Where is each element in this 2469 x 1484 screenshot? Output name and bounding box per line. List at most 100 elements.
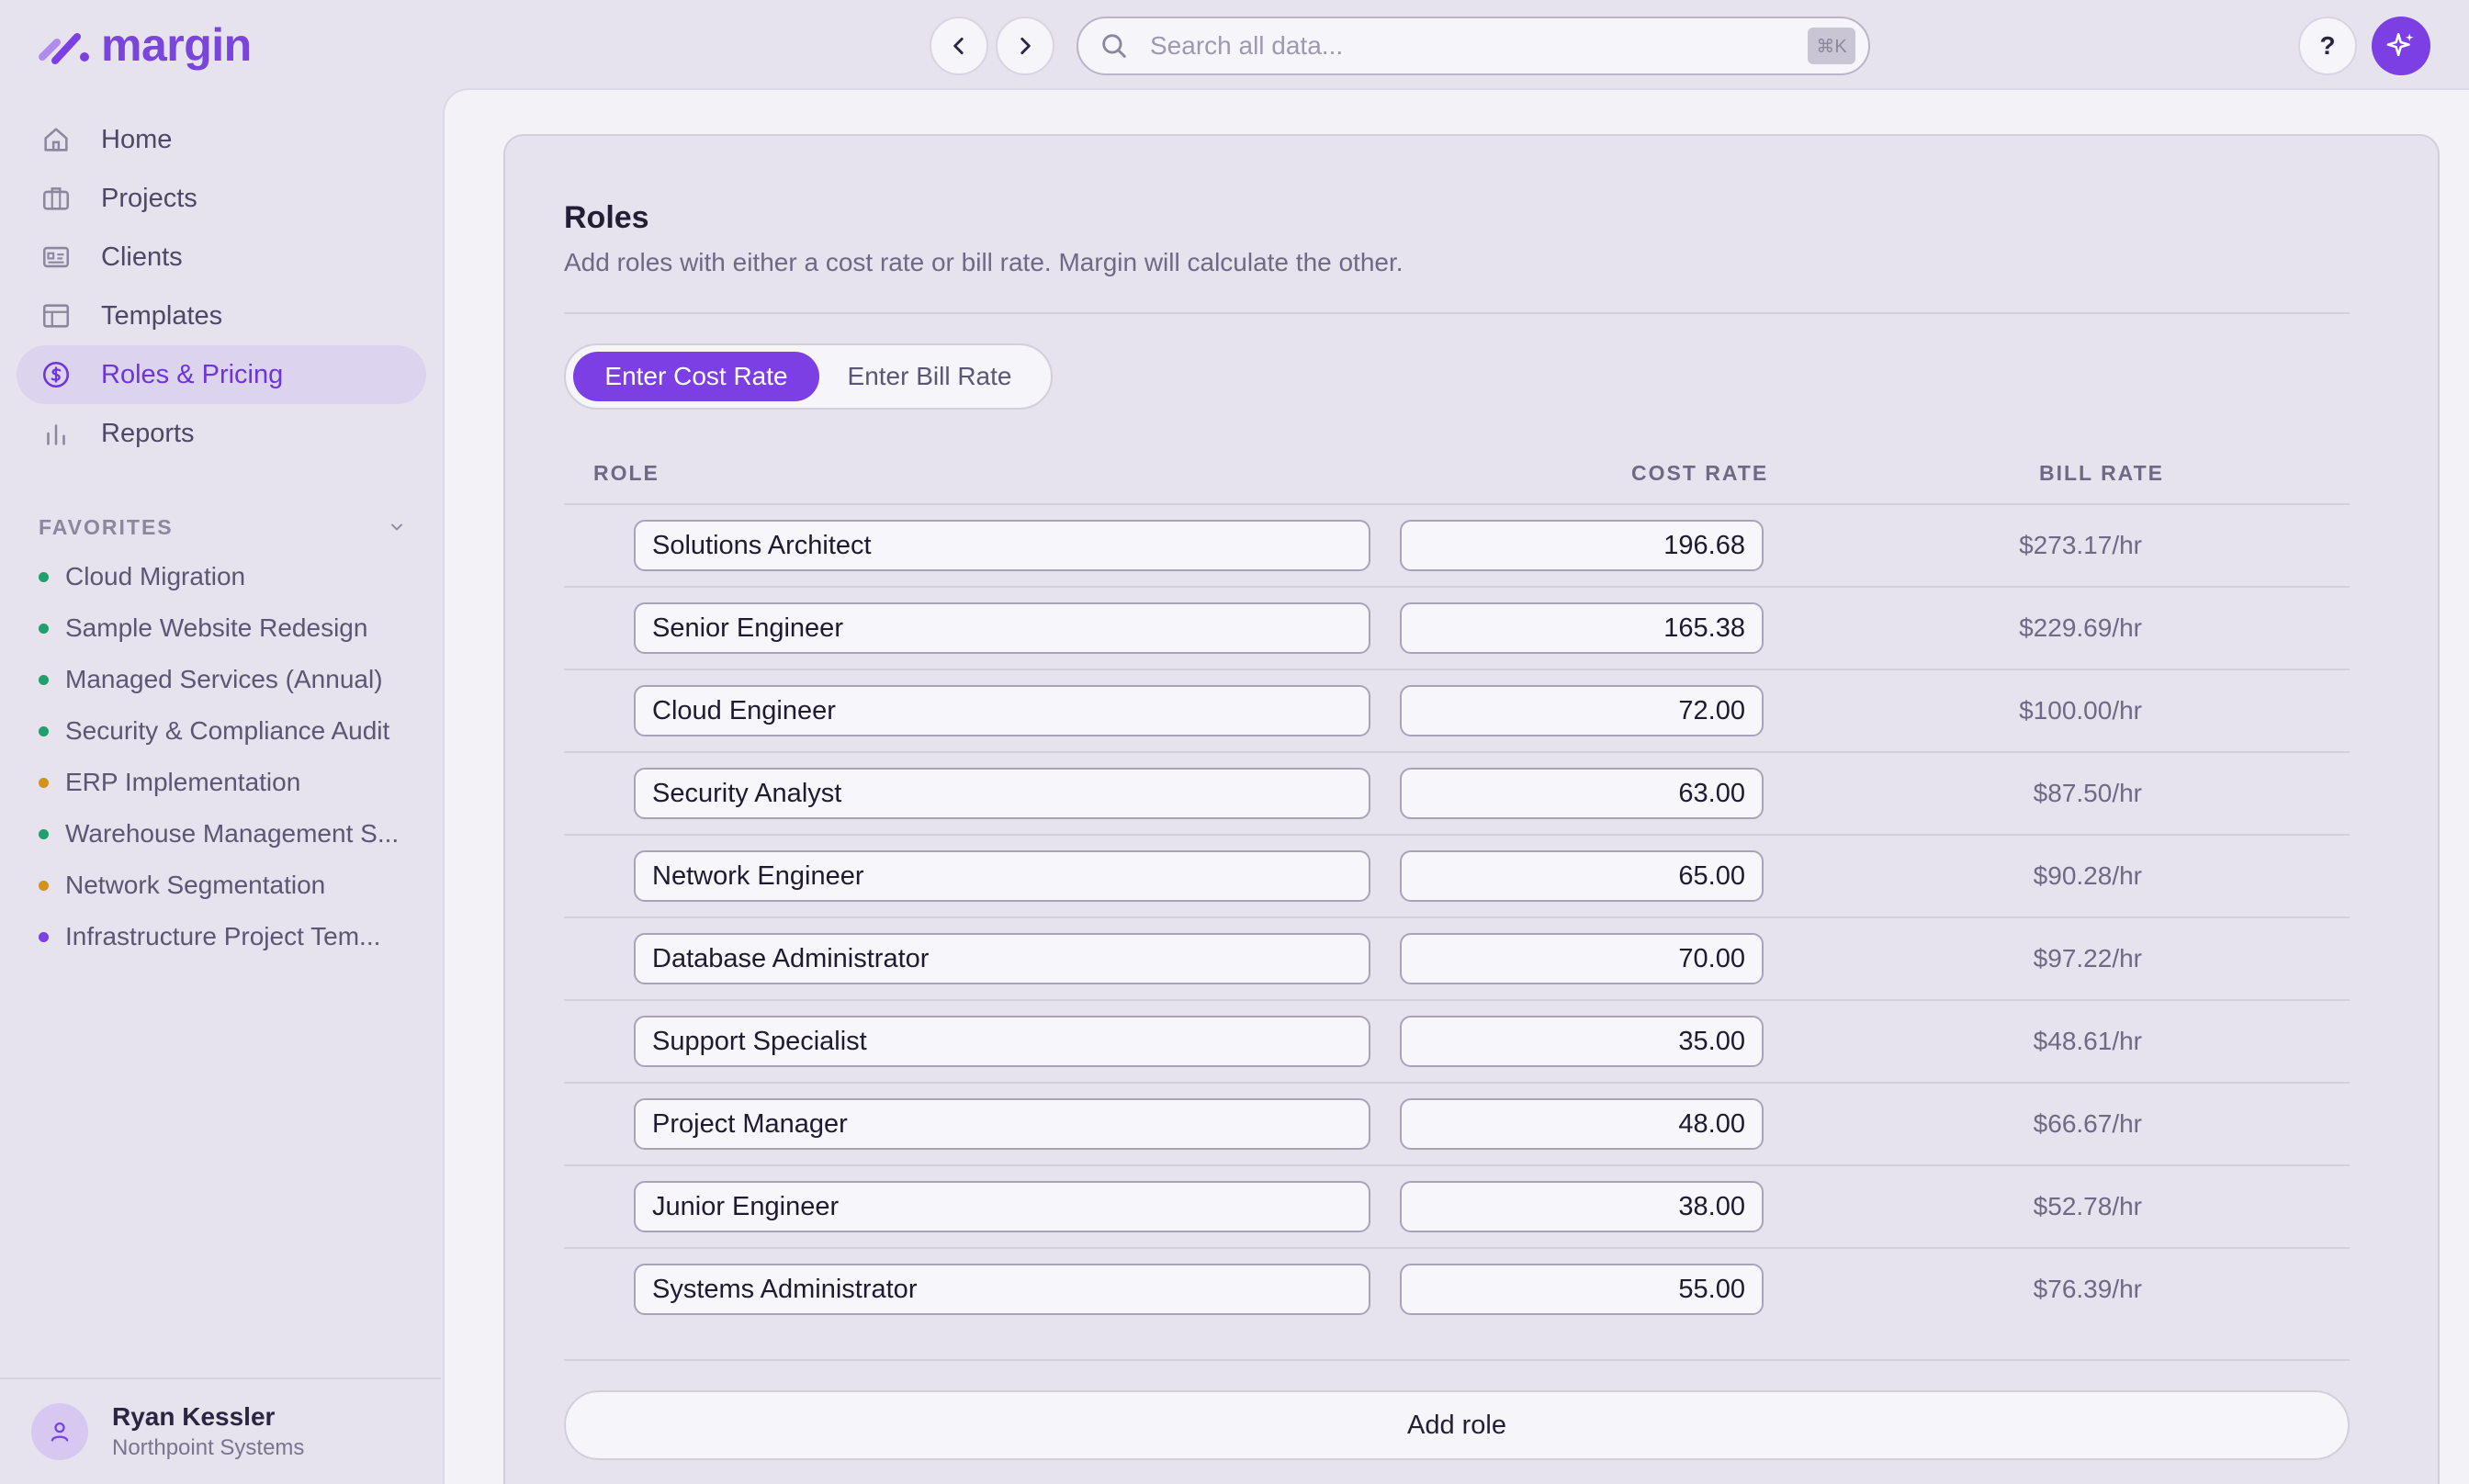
sidebar-item-label: Projects — [101, 183, 197, 213]
table-row: Project Manager 48.00 $66.67/hr — [564, 1084, 2350, 1166]
id-card-icon — [42, 246, 70, 268]
favorite-label: Warehouse Management S... — [65, 819, 400, 848]
table-row: Junior Engineer 38.00 $52.78/hr — [564, 1166, 2350, 1249]
page-subtitle: Add roles with either a cost rate or bil… — [564, 248, 1404, 276]
cost-rate-input[interactable]: 55.00 — [1400, 1264, 1764, 1315]
role-name-input[interactable]: Database Administrator — [634, 933, 1370, 984]
favorite-item[interactable]: Security & Compliance Audit — [39, 711, 389, 751]
role-name-input[interactable]: Project Manager — [634, 1098, 1370, 1150]
app-logo[interactable]: margin — [37, 19, 252, 71]
chevron-left-icon — [953, 38, 964, 54]
roles-card: Roles Add roles with either a cost rate … — [503, 134, 2440, 1484]
role-name-input[interactable]: Senior Engineer — [634, 602, 1370, 654]
cost-rate-input[interactable]: 70.00 — [1400, 933, 1764, 984]
cost-rate-input[interactable]: 72.00 — [1400, 685, 1764, 736]
cost-rate-input[interactable]: 48.00 — [1400, 1098, 1764, 1150]
status-dot — [39, 725, 49, 736]
cost-rate-input[interactable]: 165.38 — [1400, 602, 1764, 654]
user-name: Ryan Kessler — [112, 1402, 276, 1431]
role-name-input[interactable]: Systems Administrator — [634, 1264, 1370, 1315]
help-button[interactable]: ? — [2298, 17, 2357, 75]
divider — [564, 312, 2350, 314]
bill-rate-value: $273.17/hr — [2019, 531, 2142, 559]
search-icon — [1102, 34, 1126, 58]
cost-rate-input[interactable]: 65.00 — [1400, 850, 1764, 902]
favorite-item[interactable]: Infrastructure Project Tem... — [39, 916, 380, 957]
ai-assistant-button[interactable] — [2372, 17, 2430, 75]
bill-rate-value: $66.67/hr — [2033, 1109, 2142, 1138]
role-name-input[interactable]: Support Specialist — [634, 1016, 1370, 1067]
bill-rate-value: $87.50/hr — [2033, 779, 2142, 807]
sidebar-item-clients[interactable]: Clients — [17, 228, 426, 287]
table-row: Cloud Engineer 72.00 $100.00/hr — [564, 670, 2350, 753]
role-name-input[interactable]: Security Analyst — [634, 768, 1370, 819]
sidebar-item-roles-pricing[interactable]: Roles & Pricing — [17, 345, 426, 404]
status-dot — [39, 571, 49, 582]
table-row: Database Administrator 70.00 $97.22/hr — [564, 918, 2350, 1001]
sidebar-item-label: Reports — [101, 418, 195, 448]
chevron-down-icon[interactable] — [388, 518, 406, 536]
status-dot — [39, 828, 49, 839]
favorite-item[interactable]: Sample Website Redesign — [39, 608, 367, 648]
favorite-item[interactable]: Cloud Migration — [39, 556, 245, 597]
enter-bill-rate-tab[interactable]: Enter Bill Rate — [819, 352, 1040, 401]
favorite-label: ERP Implementation — [65, 768, 301, 796]
status-dot — [39, 674, 49, 685]
favorite-item[interactable]: ERP Implementation — [39, 762, 300, 803]
bill-rate-value: $48.61/hr — [2033, 1027, 2142, 1055]
cost-rate-input[interactable]: 38.00 — [1400, 1181, 1764, 1232]
forward-button[interactable] — [996, 17, 1054, 75]
sidebar-item-label: Clients — [101, 242, 183, 272]
table-row: Security Analyst 63.00 $87.50/hr — [564, 753, 2350, 836]
table-row: Network Engineer 65.00 $90.28/hr — [564, 836, 2350, 918]
favorite-item[interactable]: Warehouse Management S... — [39, 814, 399, 854]
column-header-bill-rate: BILL RATE — [2039, 461, 2164, 485]
role-name-input[interactable]: Junior Engineer — [634, 1181, 1370, 1232]
bill-rate-value: $100.00/hr — [2019, 696, 2142, 725]
sidebar-item-label: Home — [101, 124, 173, 154]
rate-mode-toggle: Enter Cost Rate Enter Bill Rate — [564, 343, 1053, 410]
role-name-input[interactable]: Solutions Architect — [634, 520, 1370, 571]
sidebar-item-templates[interactable]: Templates — [17, 287, 426, 345]
cost-rate-input[interactable]: 196.68 — [1400, 520, 1764, 571]
sidebar: Home Projects Clients Templates Roles & … — [0, 88, 441, 1484]
search-input[interactable]: Search all data... — [1150, 31, 1808, 61]
bill-rate-value: $90.28/hr — [2033, 861, 2142, 890]
home-icon — [44, 128, 68, 152]
sidebar-item-label: Templates — [101, 300, 223, 331]
cost-rate-input[interactable]: 63.00 — [1400, 768, 1764, 819]
back-button[interactable] — [930, 17, 988, 75]
sidebar-item-home[interactable]: Home — [17, 110, 426, 169]
sidebar-item-reports[interactable]: Reports — [17, 404, 426, 463]
column-header-role: ROLE — [593, 461, 660, 485]
layout-icon — [42, 304, 70, 328]
enter-cost-rate-tab[interactable]: Enter Cost Rate — [573, 352, 819, 401]
bill-rate-value: $76.39/hr — [2033, 1275, 2142, 1303]
favorite-label: Sample Website Redesign — [65, 613, 368, 642]
page-title: Roles — [564, 200, 649, 235]
bill-rate-value: $229.69/hr — [2019, 613, 2142, 642]
avatar — [31, 1403, 88, 1460]
favorites-header[interactable]: FAVORITES — [39, 509, 406, 545]
table-row: Senior Engineer 165.38 $229.69/hr — [564, 588, 2350, 670]
favorite-label: Infrastructure Project Tem... — [65, 922, 381, 950]
favorite-label: Network Segmentation — [65, 871, 326, 899]
sparkle-icon — [2386, 32, 2414, 57]
bar-chart-icon — [47, 424, 65, 445]
cost-rate-input[interactable]: 35.00 — [1400, 1016, 1764, 1067]
favorite-item[interactable]: Managed Services (Annual) — [39, 659, 383, 700]
user-profile[interactable]: Ryan Kessler Northpoint Systems — [0, 1377, 441, 1484]
bill-rate-value: $52.78/hr — [2033, 1192, 2142, 1220]
bill-rate-value: $97.22/hr — [2033, 944, 2142, 972]
add-role-button[interactable]: Add role — [564, 1390, 2350, 1460]
user-organization: Northpoint Systems — [112, 1435, 305, 1460]
role-name-input[interactable]: Network Engineer — [634, 850, 1370, 902]
shortcut-hint: ⌘K — [1808, 28, 1855, 64]
favorite-item[interactable]: Network Segmentation — [39, 865, 325, 905]
table-footer-divider — [564, 1359, 2350, 1361]
sidebar-item-projects[interactable]: Projects — [17, 169, 426, 228]
role-name-input[interactable]: Cloud Engineer — [634, 685, 1370, 736]
dollar-circle-icon — [42, 361, 70, 388]
search-bar[interactable]: Search all data... ⌘K — [1077, 17, 1870, 75]
chevron-right-icon — [1020, 38, 1031, 54]
